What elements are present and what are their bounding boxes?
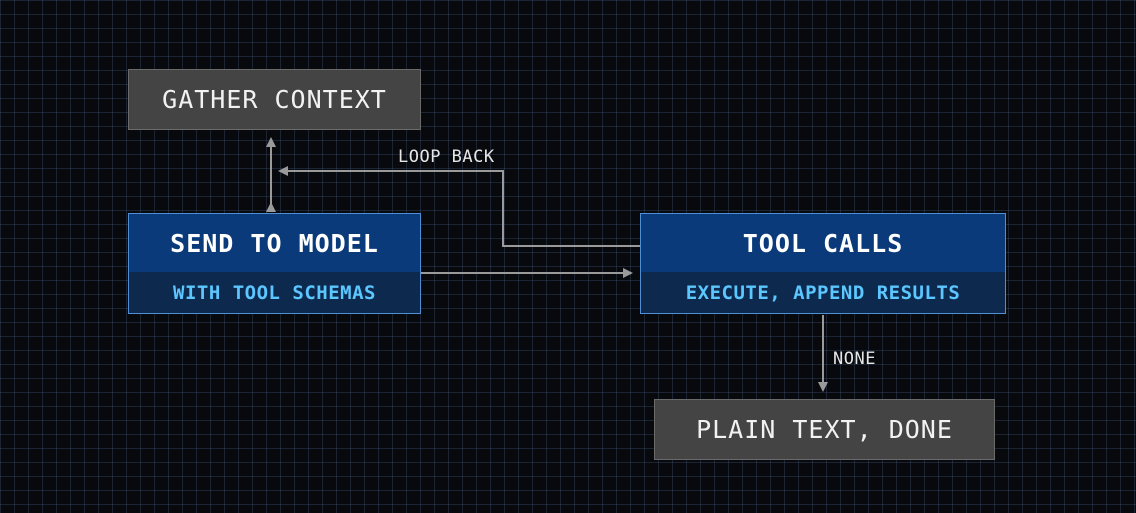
none-edge-label: NONE xyxy=(833,349,876,369)
loop-back-label: LOOP BACK xyxy=(398,147,495,167)
gather-context-label: GATHER CONTEXT xyxy=(162,85,387,114)
plain-text-done-node: PLAIN TEXT, DONE xyxy=(654,399,995,460)
gather-context-node: GATHER CONTEXT xyxy=(128,69,421,130)
tool-calls-title: TOOL CALLS xyxy=(641,214,1005,273)
send-to-model-title: SEND TO MODEL xyxy=(129,214,420,273)
send-to-model-subtitle: WITH TOOL SCHEMAS xyxy=(129,272,420,313)
plain-text-done-label: PLAIN TEXT, DONE xyxy=(696,415,953,444)
send-to-model-node: SEND TO MODEL WITH TOOL SCHEMAS xyxy=(128,213,421,314)
tool-calls-node: TOOL CALLS EXECUTE, APPEND RESULTS xyxy=(640,213,1006,314)
tool-calls-subtitle: EXECUTE, APPEND RESULTS xyxy=(641,272,1005,313)
